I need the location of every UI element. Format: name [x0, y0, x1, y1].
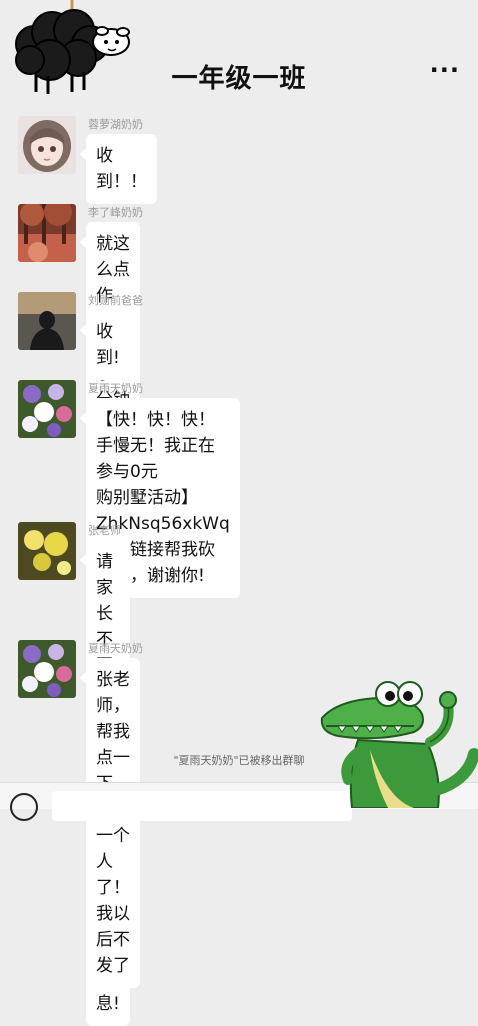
- sender-name: 夏雨天奶奶: [88, 382, 143, 395]
- avatar[interactable]: [18, 380, 76, 438]
- sender-name: 蓉萝湖奶奶: [88, 118, 143, 131]
- sender-name: 张老师: [88, 524, 121, 537]
- message-bubble[interactable]: 收到！！: [80, 134, 157, 204]
- message-input[interactable]: [52, 791, 352, 821]
- avatar[interactable]: [18, 292, 76, 350]
- avatar[interactable]: [18, 116, 76, 174]
- message-bubble[interactable]: 张老师，帮我点一下，就差一个人 了！我以后不发了: [80, 658, 140, 988]
- more-options-icon[interactable]: ···: [430, 56, 460, 84]
- crocodile-sticker: [320, 681, 478, 808]
- avatar[interactable]: [18, 640, 76, 698]
- sheep-sticker: [15, 0, 130, 94]
- sender-name: 李了峰奶奶: [88, 206, 143, 219]
- avatar[interactable]: [18, 522, 76, 580]
- sender-name: 夏雨天奶奶: [88, 642, 143, 655]
- sender-name: 刘勋前爸爸: [88, 294, 143, 307]
- avatar[interactable]: [18, 204, 76, 262]
- voice-icon[interactable]: [10, 793, 38, 821]
- message-bubble[interactable]: 收到!: [80, 310, 130, 380]
